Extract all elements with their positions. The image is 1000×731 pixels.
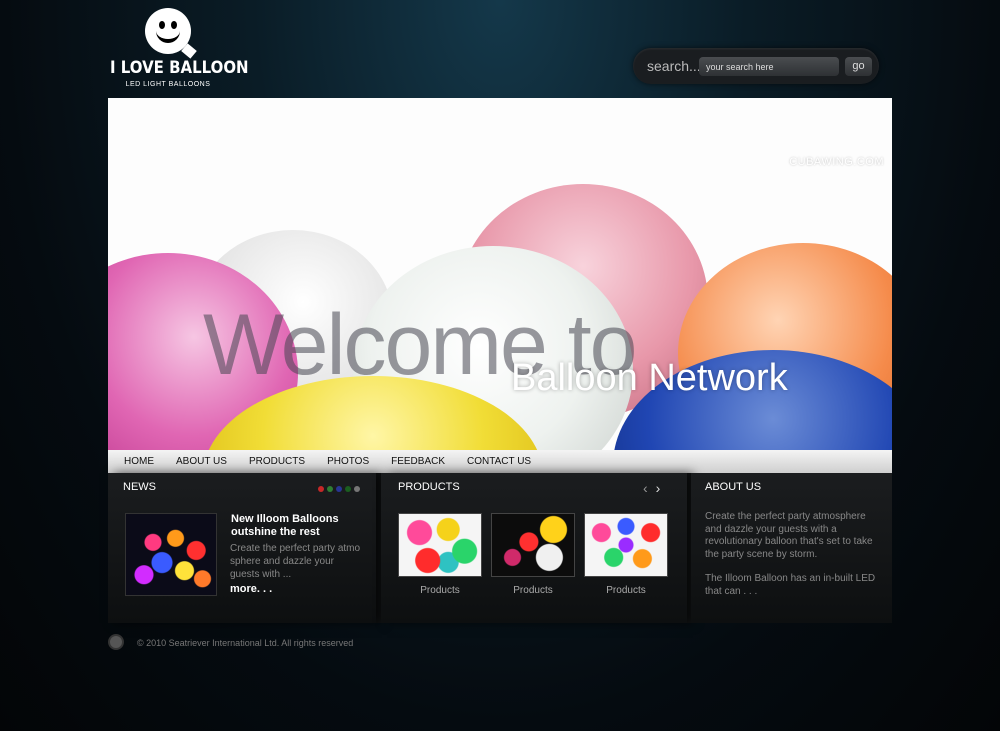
news-title: NEWS <box>123 481 156 493</box>
logo-subtitle: LED LIGHT BALLOONS <box>125 81 211 88</box>
about-paragraph: The Illoom Balloon has an in-built LED t… <box>705 573 876 597</box>
nav-contact-us[interactable]: CONTACT US <box>467 456 531 467</box>
product-item[interactable]: Products <box>398 513 482 596</box>
search-bar: search... go <box>633 48 879 84</box>
products-arrows: ‹ › <box>643 481 668 495</box>
hero-banner: CUBAWING.COM Welcome to Balloon Network <box>108 98 892 450</box>
chevron-left-icon[interactable]: ‹ <box>643 481 648 495</box>
nav-photos[interactable]: PHOTOS <box>327 456 369 467</box>
product-label[interactable]: Products <box>398 585 482 596</box>
about-paragraph: Create the perfect party atmosphere and … <box>705 511 873 560</box>
search-go-button[interactable]: go <box>845 57 872 76</box>
product-item[interactable]: Products <box>491 513 575 596</box>
product-image[interactable] <box>491 513 575 577</box>
footer-copyright: © 2010 Seatriever International Ltd. All… <box>137 638 354 648</box>
news-panel: NEWS New Illoom Balloons outshine the re… <box>108 473 376 623</box>
pager-dot[interactable] <box>327 486 333 492</box>
product-item[interactable]: Products <box>584 513 668 596</box>
nav-products[interactable]: PRODUCTS <box>249 456 305 467</box>
news-image[interactable] <box>125 513 217 596</box>
smiley-footer-icon <box>108 634 124 650</box>
product-image[interactable] <box>584 513 668 577</box>
watermark: CUBAWING.COM <box>789 156 884 168</box>
main-nav: HOME ABOUT US PRODUCTS PHOTOS FEEDBACK C… <box>108 450 892 473</box>
logo[interactable]: I LOVE BALLOON LED LIGHT BALLOONS <box>108 8 249 94</box>
product-label[interactable]: Products <box>491 585 575 596</box>
chevron-right-icon[interactable]: › <box>656 481 661 495</box>
smiley-logo-icon <box>145 8 197 59</box>
news-more-link[interactable]: more. . . <box>230 583 272 595</box>
news-headline[interactable]: New Illoom Balloons outshine the rest <box>231 513 361 539</box>
pager-dot[interactable] <box>345 486 351 492</box>
about-panel: ABOUT US Create the perfect party atmosp… <box>691 473 892 623</box>
logo-title: I LOVE BALLOON <box>110 58 249 78</box>
news-body: Create the perfect party atmo sphere and… <box>230 543 361 580</box>
hero-headline: Balloon Network <box>511 357 788 399</box>
product-label[interactable]: Products <box>584 585 668 596</box>
nav-feedback[interactable]: FEEDBACK <box>391 456 445 467</box>
nav-about-us[interactable]: ABOUT US <box>176 456 227 467</box>
products-title: PRODUCTS <box>398 481 460 493</box>
nav-home[interactable]: HOME <box>124 456 154 467</box>
search-input[interactable] <box>699 57 839 76</box>
content-panels: NEWS New Illoom Balloons outshine the re… <box>108 473 892 623</box>
search-label: search... <box>647 58 701 74</box>
about-text: Create the perfect party atmosphere and … <box>705 511 883 610</box>
about-title: ABOUT US <box>705 481 762 493</box>
pager-dot[interactable] <box>318 486 324 492</box>
pager-dot[interactable] <box>336 486 342 492</box>
news-pager <box>318 486 363 492</box>
pager-dot[interactable] <box>354 486 360 492</box>
products-panel: PRODUCTS ‹ › Products Products Products <box>381 473 687 623</box>
product-image[interactable] <box>398 513 482 577</box>
